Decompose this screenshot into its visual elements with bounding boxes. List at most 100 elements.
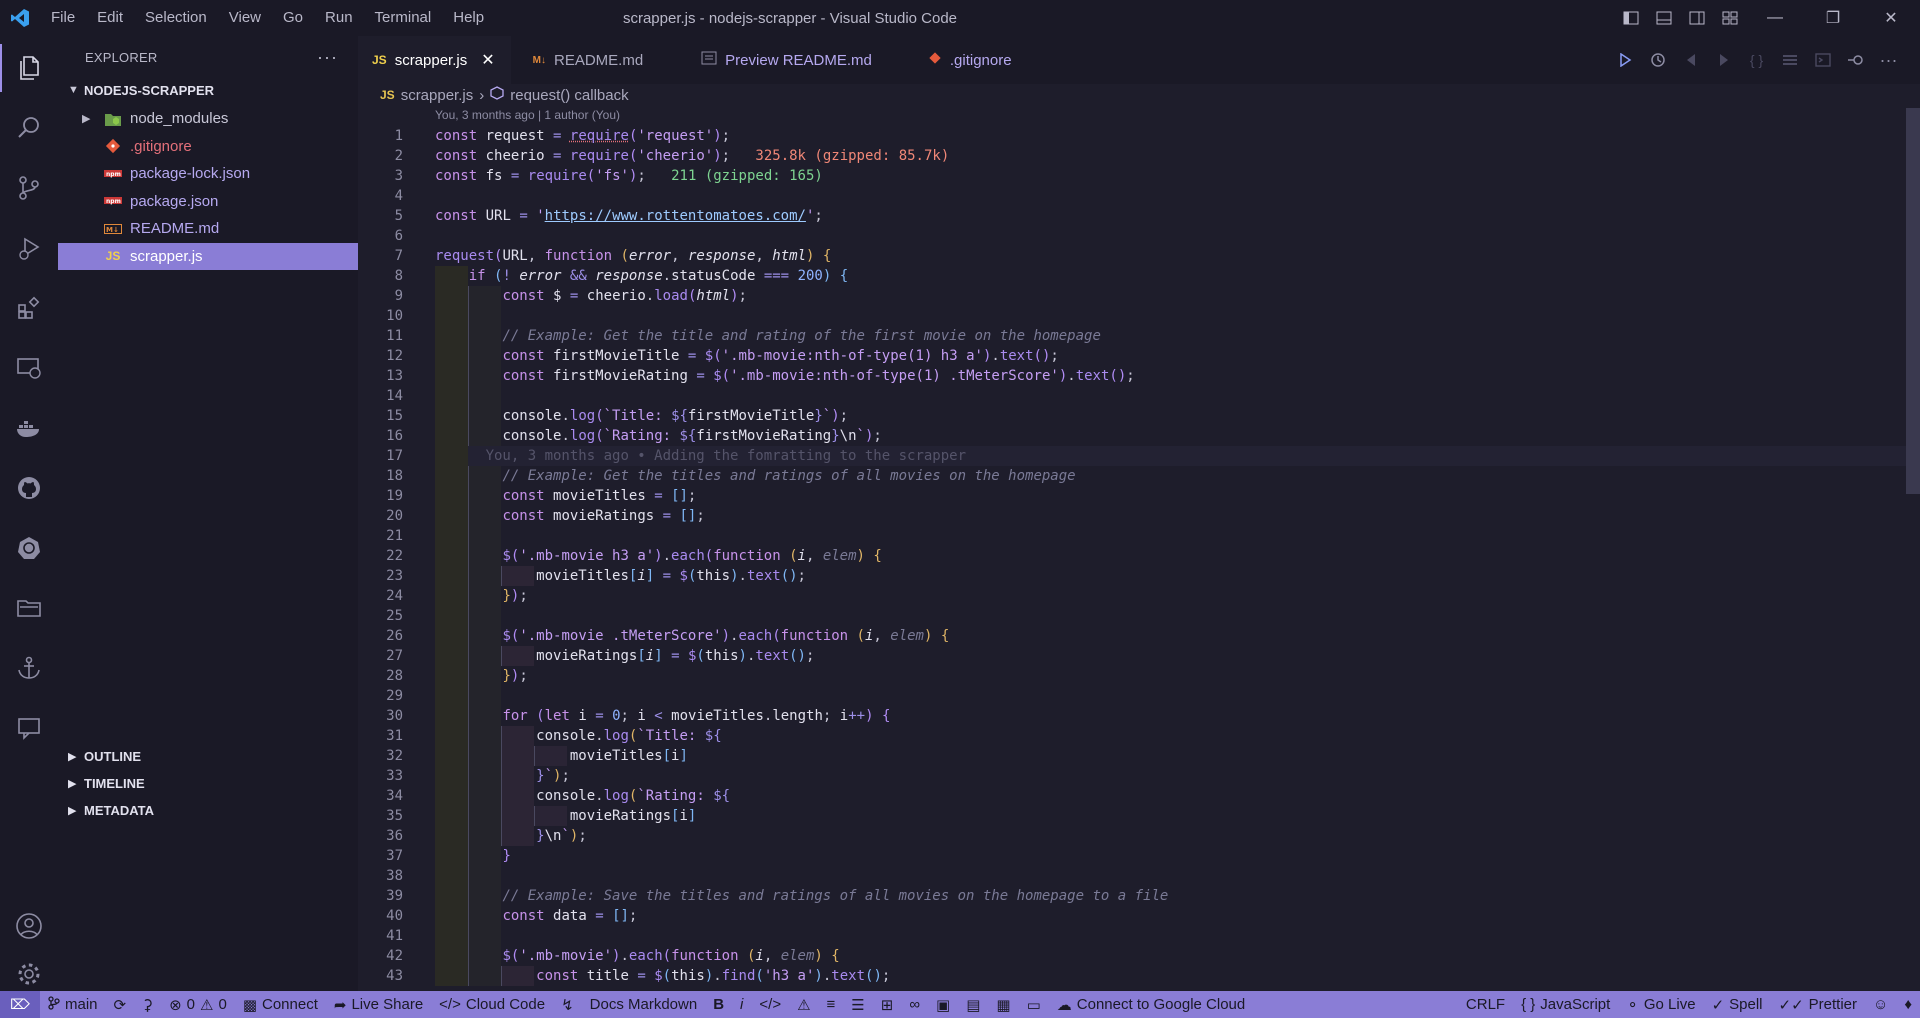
line-number[interactable]: 18 — [358, 466, 403, 486]
code-line[interactable]: 22 $('.mb-movie h3 a').each(function (i,… — [358, 546, 1920, 566]
code-text[interactable]: }); — [435, 666, 527, 686]
code-text[interactable]: $('.mb-movie').each(function (i, elem) { — [435, 946, 839, 966]
code-line[interactable]: 27 movieRatings[i] = $(this).text(); — [358, 646, 1920, 666]
code-text[interactable]: const firstMovieTitle = $('.mb-movie:nth… — [435, 346, 1058, 366]
customize-layout-icon[interactable] — [1713, 0, 1746, 36]
code-line[interactable]: 16 console.log(`Rating: ${firstMovieRati… — [358, 426, 1920, 446]
code-text[interactable]: // Example: Get the title and rating of … — [435, 326, 1100, 346]
line-number[interactable]: 37 — [358, 846, 403, 866]
line-number[interactable]: 11 — [358, 326, 403, 346]
code-line[interactable]: 33 }`); — [358, 766, 1920, 786]
table-icon[interactable]: ⊞ — [873, 991, 902, 1018]
line-number[interactable]: 22 — [358, 546, 403, 566]
code-line[interactable]: 40 const data = []; — [358, 906, 1920, 926]
video-icon[interactable]: ▭ — [1019, 991, 1049, 1018]
italic-button[interactable]: i — [732, 991, 751, 1018]
code-text[interactable]: const movieTitles = []; — [435, 486, 696, 506]
tree-item-package-lock[interactable]: npm package-lock.json — [58, 160, 358, 188]
metadata-section[interactable]: ▶ METADATA — [58, 797, 358, 824]
code-text[interactable]: const fs = require('fs'); 211 (gzipped: … — [435, 166, 823, 186]
line-number[interactable]: 16 — [358, 426, 403, 446]
code-line[interactable]: 43 const title = $(this).find('h3 a').te… — [358, 966, 1920, 986]
lightning-icon[interactable]: ↯ — [553, 991, 582, 1018]
line-number[interactable]: 21 — [358, 526, 403, 546]
line-number[interactable]: 34 — [358, 786, 403, 806]
tree-item-package-json[interactable]: npm package.json — [58, 188, 358, 216]
code-line[interactable]: 18 // Example: Get the titles and rating… — [358, 466, 1920, 486]
tree-item-readme[interactable]: M↓ README.md — [58, 215, 358, 243]
tab-preview-readme[interactable]: Preview README.md — [687, 36, 888, 84]
project-folder-header[interactable]: ▼ NODEJS-SCRAPPER — [58, 78, 358, 102]
restore-icon[interactable]: ❐ — [1804, 0, 1862, 36]
line-number[interactable]: 28 — [358, 666, 403, 686]
line-number[interactable]: 31 — [358, 726, 403, 746]
code-line[interactable]: 38 — [358, 866, 1920, 886]
code-text[interactable]: console.log(`Rating: ${firstMovieRating}… — [435, 426, 881, 446]
line-number[interactable]: 42 — [358, 946, 403, 966]
line-number[interactable]: 8 — [358, 266, 403, 286]
sync-icon[interactable]: ⟳ — [106, 991, 135, 1018]
menu-run[interactable]: Run — [314, 0, 364, 36]
search-icon[interactable] — [0, 104, 58, 152]
code-text[interactable]: }\n`); — [435, 826, 587, 846]
open-changes-icon[interactable] — [1842, 47, 1869, 74]
code-text[interactable]: $('.mb-movie .tMeterScore').each(functio… — [435, 626, 949, 646]
menu-help[interactable]: Help — [442, 0, 495, 36]
extensions-icon[interactable] — [0, 284, 58, 332]
code-text[interactable]: }`); — [435, 766, 570, 786]
code-line[interactable]: 31 console.log(`Title: ${ — [358, 726, 1920, 746]
terminal-icon[interactable] — [1809, 47, 1836, 74]
cloud-code-button[interactable]: </> Cloud Code — [431, 991, 553, 1018]
code-line[interactable]: 32 movieTitles[i] — [358, 746, 1920, 766]
code-text[interactable]: const data = []; — [435, 906, 637, 926]
code-format-icon[interactable]: </> — [751, 991, 789, 1018]
menu-terminal[interactable]: Terminal — [364, 0, 443, 36]
code-line[interactable]: 35 movieRatings[i] — [358, 806, 1920, 826]
code-line[interactable]: 10 — [358, 306, 1920, 326]
code-line[interactable]: 26 $('.mb-movie .tMeterScore').each(func… — [358, 626, 1920, 646]
line-number[interactable]: 38 — [358, 866, 403, 886]
code-text[interactable]: for (let i = 0; i < movieTitles.length; … — [435, 706, 890, 726]
code-line[interactable]: 23 movieTitles[i] = $(this).text(); — [358, 566, 1920, 586]
close-tab-icon[interactable]: ✕ — [481, 50, 494, 70]
code-text[interactable]: // Example: Get the titles and ratings o… — [435, 466, 1075, 486]
link-icon[interactable]: ∞ — [901, 991, 928, 1018]
line-number[interactable]: 13 — [358, 366, 403, 386]
tree-item-scrapper-js[interactable]: JS scrapper.js — [58, 242, 358, 270]
code-text[interactable]: movieRatings[i] — [435, 806, 696, 826]
branch-indicator[interactable]: main — [40, 991, 106, 1018]
code-text[interactable]: if (! error && response.statusCode === 2… — [435, 266, 848, 286]
code-line[interactable]: 20 const movieRatings = []; — [358, 506, 1920, 526]
project-manager-icon[interactable] — [0, 584, 58, 632]
more-actions-icon[interactable]: ··· — [317, 47, 338, 68]
line-number[interactable]: 39 — [358, 886, 403, 906]
code-line[interactable]: 3 const fs = require('fs'); 211 (gzipped:… — [358, 166, 1920, 186]
remote-explorer-icon[interactable] — [0, 344, 58, 392]
line-number[interactable]: 2 — [358, 146, 403, 166]
code-line[interactable]: 14 — [358, 386, 1920, 406]
line-number[interactable]: 12 — [358, 346, 403, 366]
code-text[interactable]: You, 3 months ago • Adding the fomrattin… — [435, 446, 966, 466]
line-number[interactable]: 30 — [358, 706, 403, 726]
snippet-icon[interactable]: ▦ — [988, 991, 1018, 1018]
run-icon[interactable] — [1611, 47, 1638, 74]
run-debug-icon[interactable] — [0, 224, 58, 272]
url-link[interactable]: https://www.rottentomatoes.com/ — [545, 208, 806, 224]
code-line[interactable]: 30 for (let i = 0; i < movieTitles.lengt… — [358, 706, 1920, 726]
google-cloud-button[interactable]: ☁ Connect to Google Cloud — [1049, 991, 1253, 1018]
code-text[interactable]: const title = $(this).find('h3 a').text(… — [435, 966, 890, 986]
breadcrumb-symbol[interactable]: request() callback — [510, 87, 628, 104]
line-number[interactable]: 43 — [358, 966, 403, 986]
code-text[interactable]: console.log(`Title: ${firstMovieTitle}`)… — [435, 406, 848, 426]
tab-scrapper-js[interactable]: JS scrapper.js ✕ — [358, 36, 511, 84]
toggle-sidebar-icon[interactable] — [1614, 0, 1647, 36]
line-number[interactable]: 15 — [358, 406, 403, 426]
kubernetes-icon[interactable] — [0, 524, 58, 572]
code-line[interactable]: 8 if (! error && response.statusCode ===… — [358, 266, 1920, 286]
tree-item-node-modules[interactable]: ▶ node_modules — [58, 105, 358, 133]
code-line[interactable]: 29 — [358, 686, 1920, 706]
code-text[interactable]: $('.mb-movie h3 a').each(function (i, el… — [435, 546, 881, 566]
toggle-panel-icon[interactable] — [1647, 0, 1680, 36]
numbered-list-icon[interactable]: ≡ — [819, 991, 844, 1018]
previous-change-icon[interactable] — [1677, 47, 1704, 74]
